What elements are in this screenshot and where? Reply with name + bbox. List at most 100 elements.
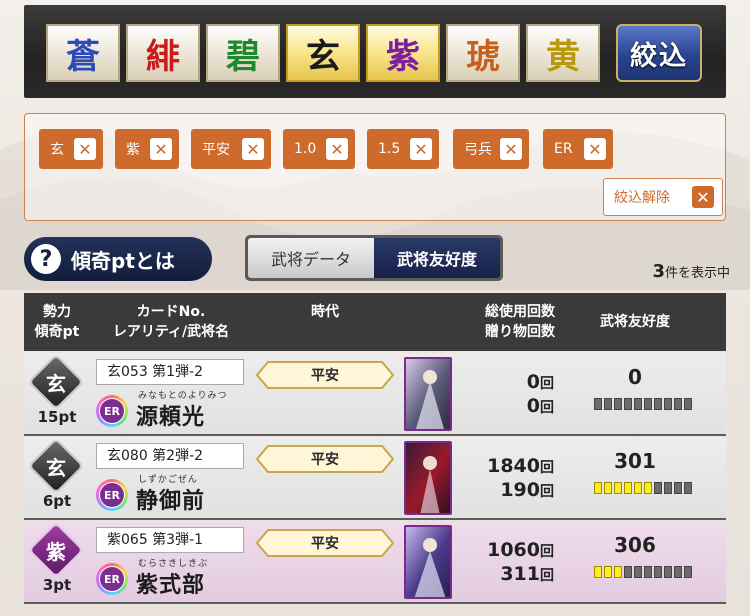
filter-chip-label: 1.5	[378, 141, 401, 157]
faction-button-hi[interactable]: 緋	[126, 24, 200, 82]
faction-button-ko[interactable]: 琥	[446, 24, 520, 82]
close-icon[interactable]: ✕	[326, 138, 348, 160]
gift-count-value: 190	[500, 479, 540, 501]
view-tabs: 武将データ 武将友好度	[245, 235, 503, 281]
tab-warrior-friendship[interactable]: 武将友好度	[374, 238, 500, 278]
friendship-gauge	[594, 482, 694, 494]
gauge-segment	[664, 398, 672, 410]
result-count-number: 3	[652, 261, 665, 282]
faction-badge-glyph: 玄	[46, 371, 66, 396]
total-usage-value: 1840	[487, 455, 540, 477]
filter-chip-label: 玄	[50, 142, 64, 158]
filter-chip[interactable]: ER ✕	[543, 129, 613, 169]
faction-label: 玄	[306, 36, 340, 77]
filter-chip[interactable]: 紫 ✕	[115, 129, 179, 169]
close-icon[interactable]: ✕	[584, 138, 606, 160]
filter-chip-label: ER	[554, 141, 573, 157]
faction-label: 蒼	[66, 36, 100, 77]
count-unit: 回	[540, 376, 554, 392]
faction-label: 紫	[386, 36, 420, 77]
gauge-segment	[684, 566, 692, 578]
card-thumbnail[interactable]	[404, 357, 452, 431]
header-faction-line2: 傾奇pt	[34, 324, 80, 340]
card-number: 玄080 第2弾-2	[96, 443, 244, 469]
kabuki-pt-info-button[interactable]: ? 傾奇ptとは	[24, 237, 212, 281]
faction-button-ao[interactable]: 蒼	[46, 24, 120, 82]
filter-button[interactable]: 絞込	[616, 24, 702, 82]
gauge-segment	[654, 566, 662, 578]
gauge-segment	[634, 398, 642, 410]
filter-chip[interactable]: 平安 ✕	[191, 129, 271, 169]
tab-warrior-data[interactable]: 武将データ	[248, 238, 374, 278]
warrior-name: 源頼光	[136, 404, 206, 430]
gauge-segment	[614, 566, 622, 578]
rarity-label: ER	[99, 566, 125, 592]
card-thumbnail[interactable]	[404, 441, 452, 515]
clear-filter-label: 絞込解除	[614, 190, 670, 206]
active-filter-panel: 玄 ✕ 紫 ✕ 平安 ✕ 1.0 ✕ 1.5 ✕ 弓兵 ✕ ER ✕ 絞込解除 ✕	[24, 113, 726, 221]
header-faction: 勢力 傾奇pt	[24, 302, 90, 342]
header-card: カードNo. レアリティ/武将名	[96, 302, 246, 342]
gauge-segment	[644, 482, 652, 494]
table-row[interactable]: 玄 6pt 玄080 第2弾-2 ER しずかごぜん 静御前 平安 1840回 …	[24, 437, 726, 520]
total-usage: 0回	[404, 371, 554, 393]
era-tag: 平安	[256, 445, 394, 473]
filter-chip[interactable]: 弓兵 ✕	[453, 129, 529, 169]
gift-count-value: 0	[526, 395, 540, 417]
gauge-segment	[674, 398, 682, 410]
faction-button-gen[interactable]: 玄	[286, 24, 360, 82]
header-usage-line2: 贈り物回数	[485, 324, 555, 340]
total-usage: 1060回	[404, 539, 554, 561]
count-unit: 回	[540, 460, 554, 476]
table-row[interactable]: 玄 15pt 玄053 第1弾-2 ER みなもとのよりみつ 源頼光 平安 0回…	[24, 353, 726, 436]
faction-badge-glyph: 紫	[46, 539, 66, 564]
gauge-segment	[624, 566, 632, 578]
filter-chip[interactable]: 玄 ✕	[39, 129, 103, 169]
clear-filter-button[interactable]: 絞込解除 ✕	[603, 178, 723, 216]
card-number: 玄053 第1弾-2	[96, 359, 244, 385]
header-usage-line1: 総使用回数	[485, 304, 555, 320]
gauge-segment	[684, 482, 692, 494]
gauge-segment	[604, 482, 612, 494]
faction-selector-bar: 蒼 緋 碧 玄 紫 琥 黄 絞込	[24, 5, 726, 98]
gift-count: 311回	[404, 563, 554, 585]
count-unit: 回	[540, 400, 554, 416]
faction-button-midori[interactable]: 碧	[206, 24, 280, 82]
faction-button-ki[interactable]: 黄	[526, 24, 600, 82]
gift-count: 0回	[404, 395, 554, 417]
gauge-segment	[624, 482, 632, 494]
filter-chip[interactable]: 1.5 ✕	[367, 129, 439, 169]
faction-label: 緋	[146, 36, 180, 77]
faction-button-murasaki[interactable]: 紫	[366, 24, 440, 82]
close-icon[interactable]: ✕	[242, 138, 264, 160]
friendship-value: 301	[614, 449, 656, 473]
filter-chip[interactable]: 1.0 ✕	[283, 129, 355, 169]
gauge-segment	[604, 398, 612, 410]
faction-label: 黄	[546, 36, 580, 77]
gauge-segment	[604, 566, 612, 578]
friendship-value: 306	[614, 533, 656, 557]
rarity-badge: ER	[96, 395, 128, 427]
kabuki-pt: 6pt	[42, 492, 72, 510]
era-label: 平安	[311, 536, 339, 552]
header-card-line1: カードNo.	[136, 304, 206, 320]
table-row[interactable]: 紫 3pt 紫065 第3弾-1 ER むらさきしきぶ 紫式部 平安 1060回…	[24, 521, 726, 604]
warrior-name: 静御前	[136, 488, 206, 514]
card-thumbnail[interactable]	[404, 525, 452, 599]
gauge-segment	[664, 566, 672, 578]
close-icon[interactable]: ✕	[74, 138, 96, 160]
total-usage-value: 0	[526, 371, 540, 393]
faction-badge-glyph: 玄	[46, 455, 66, 480]
filter-chip-label: 弓兵	[464, 142, 492, 158]
count-unit: 回	[540, 484, 554, 500]
filter-chip-label: 平安	[202, 142, 230, 158]
close-icon[interactable]: ✕	[410, 138, 432, 160]
close-icon[interactable]: ✕	[150, 138, 172, 160]
filter-chip-label: 1.0	[294, 141, 317, 157]
friendship-value: 0	[628, 365, 642, 389]
gauge-segment	[594, 398, 602, 410]
faction-label: 琥	[466, 36, 500, 77]
info-label: 傾奇ptとは	[71, 248, 175, 273]
result-count: 3件を表示中	[652, 261, 730, 282]
close-icon[interactable]: ✕	[500, 138, 522, 160]
